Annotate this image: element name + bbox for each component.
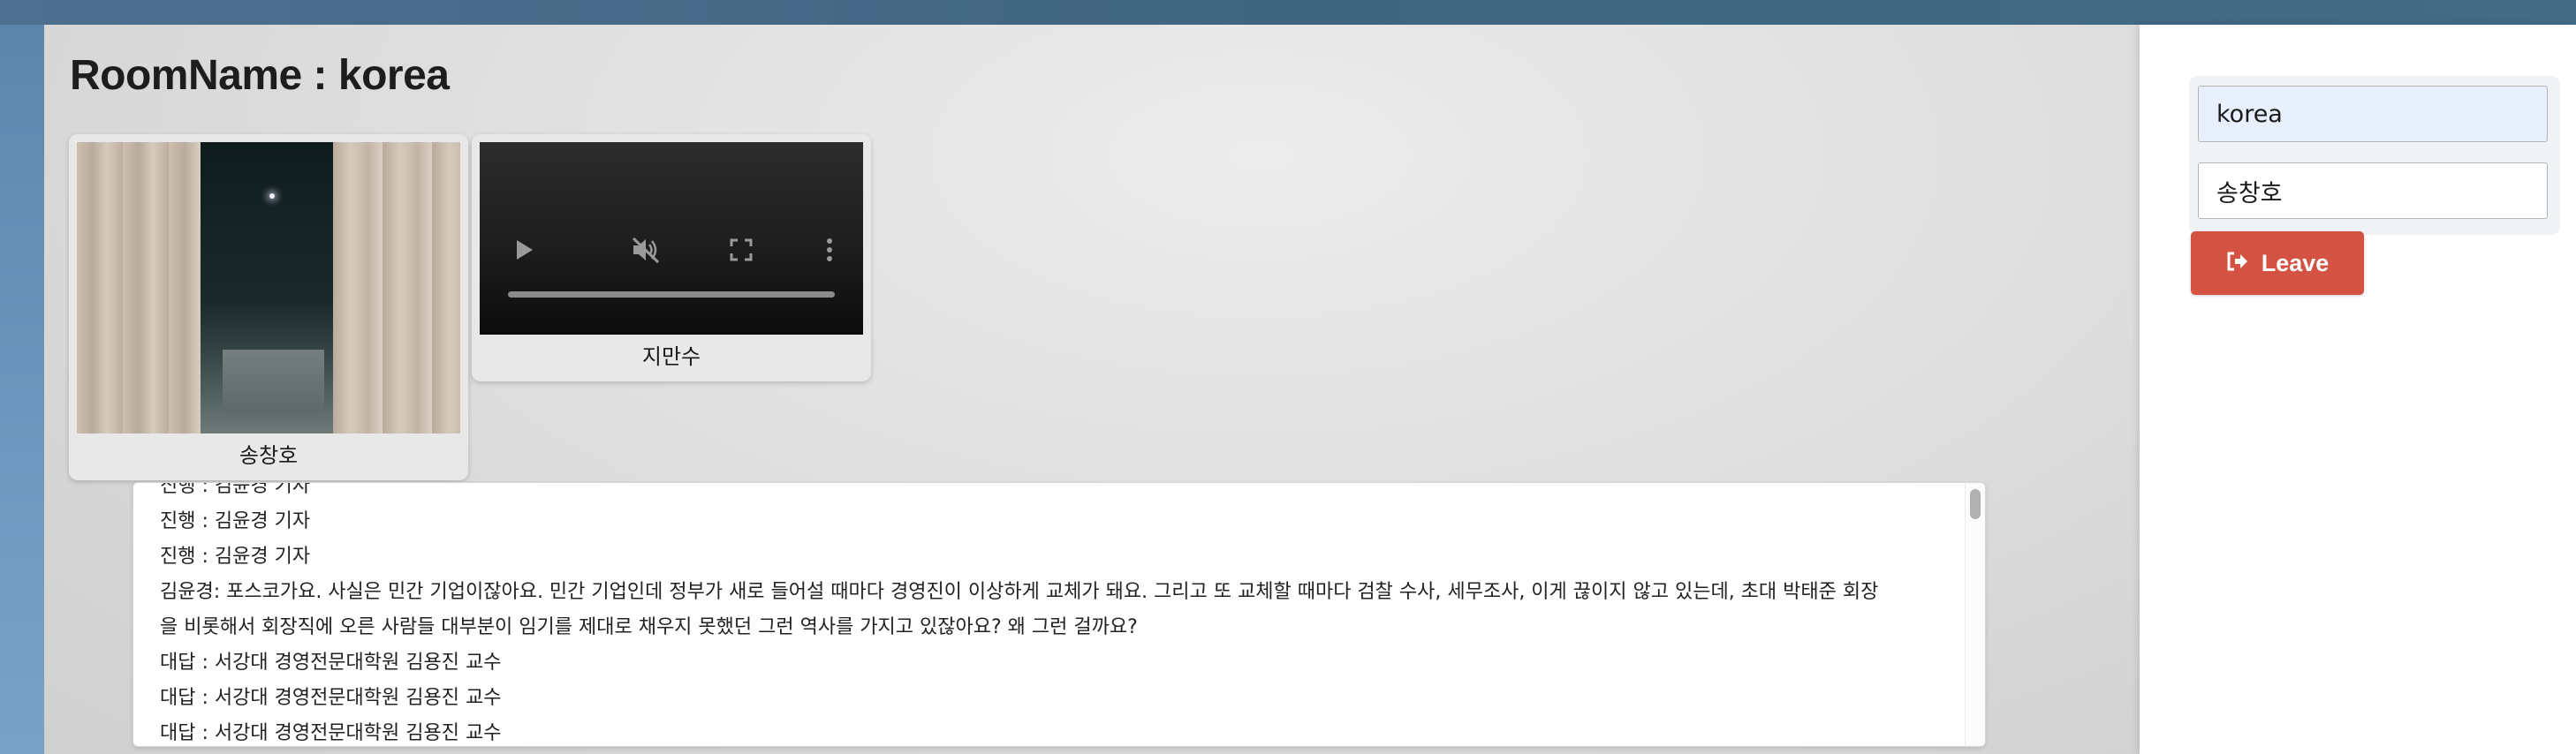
chat-log[interactable]: 진행 : 김윤경 기자 진행 : 김윤경 기자 진행 : 김윤경 기자 김윤경:…: [133, 482, 1986, 747]
chat-line: 김윤경: 포스코가요. 사실은 민간 기업이잖아요. 민간 기업인데 정부가 새…: [160, 581, 1879, 603]
leave-button-label: Leave: [2261, 249, 2330, 276]
leave-button[interactable]: Leave: [2191, 231, 2364, 295]
side-panel: Leave: [2140, 25, 2576, 754]
window-top-bar: [0, 0, 2576, 25]
more-vertical-icon[interactable]: [814, 234, 845, 266]
participant-name-local: 송창호: [239, 443, 299, 468]
window-sill: [223, 350, 324, 411]
chat-line: 진행 : 김윤경 기자: [160, 482, 311, 497]
main-content: RoomName : korea 송창호 지만수 진행: 김윤경 기자 진행 …: [44, 25, 2140, 754]
fullscreen-icon[interactable]: [725, 234, 757, 266]
sign-out-icon: [2226, 250, 2249, 277]
chat-line: 대답 : 서강대 경영전문대학원 김용진 교수: [160, 652, 502, 674]
chat-line: 대답 : 서강대 경영전문대학원 김용진 교수: [160, 722, 502, 744]
participant-card-remote: 지만수: [472, 134, 871, 381]
chat-scrollbar[interactable]: [1965, 483, 1985, 746]
volume-muted-icon[interactable]: [630, 234, 662, 266]
curtain-right: [333, 142, 460, 434]
chat-line: 진행 : 김윤경 기자: [160, 510, 311, 532]
remote-video-player[interactable]: [480, 142, 863, 335]
room-title: RoomName : korea: [70, 52, 450, 99]
video-progress-bar[interactable]: [508, 291, 835, 298]
user-name-input[interactable]: [2198, 162, 2548, 219]
curtain-left: [77, 142, 201, 434]
moon-light: [269, 193, 275, 199]
room-name-input[interactable]: [2198, 86, 2548, 142]
participant-card-local: 송창호: [69, 134, 468, 480]
chat-scrollbar-thumb[interactable]: [1970, 489, 1981, 519]
participant-name-remote: 지만수: [641, 344, 701, 369]
camera-feed-video[interactable]: [77, 142, 460, 434]
chat-lines: 진행 : 김윤경 기자 진행 : 김윤경 기자 진행 : 김윤경 기자 김윤경:…: [160, 482, 1953, 746]
window-left-edge: [0, 25, 44, 754]
chat-line: 진행 : 김윤경 기자: [160, 546, 311, 568]
play-icon[interactable]: [508, 234, 540, 266]
chat-line: 을 비롯해서 회장직에 오른 사람들 대부분이 임기를 제대로 채우지 못했던 …: [160, 616, 1138, 638]
chat-line: 대답 : 서강대 경영전문대학원 김용진 교수: [160, 687, 502, 709]
